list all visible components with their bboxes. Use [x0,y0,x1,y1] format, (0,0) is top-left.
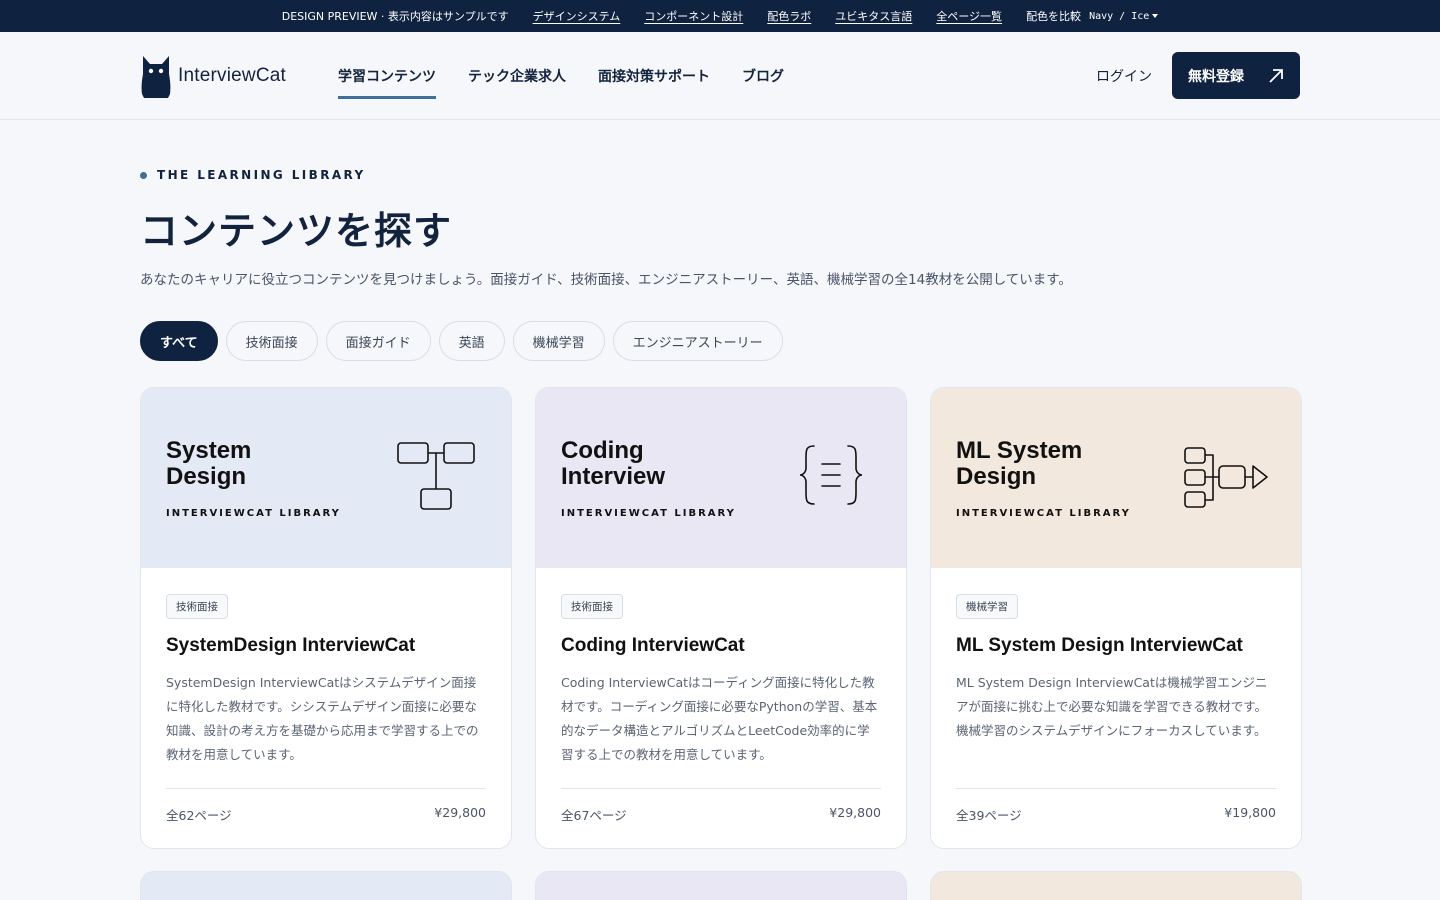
filter-english[interactable]: 英語 [438,321,505,361]
page-count: 全39ページ [956,808,1022,823]
topbar-link-color-lab[interactable]: 配色ラボ [767,8,811,24]
card-footer: 全62ページ ¥29,800 [166,788,486,824]
filter-tech-interview[interactable]: 技術面接 [225,321,318,361]
page-count: 全67ページ [561,808,627,823]
cover-subtitle: INTERVIEWCAT LIBRARY [561,508,736,519]
cover-title: Coding Interview [561,437,666,490]
card-description: Coding InterviewCatはコーディング面接に特化した教材です。コー… [561,675,878,762]
chevron-down-icon [1152,13,1159,18]
cover-title: ML System Design [956,437,1083,490]
logo[interactable]: InterviewCat [140,54,286,98]
price: ¥19,800 [1224,805,1276,820]
nav-interview-support[interactable]: 面接対策サポート [598,66,710,96]
eyebrow-text: THE LEARNING LIBRARY [157,168,366,182]
category-tag: 技術面接 [561,594,623,619]
category-tag: 機械学習 [956,594,1018,619]
page-title: コンテンツを探す [140,209,453,253]
signup-button[interactable]: 無料登録 [1172,52,1300,99]
topbar-link-design-system[interactable]: デザインシステム [533,8,621,24]
nav-blog[interactable]: ブログ [742,66,784,96]
card-title: SystemDesign InterviewCat [166,635,416,656]
card-cover: System Design INTERVIEWCAT LIBRARY [141,388,511,568]
content-grid: System Design INTERVIEWCAT LIBRARY 技術面接 S… [140,387,1302,849]
card-description: ML System Design InterviewCatは機械学習エンジニアが… [956,675,1268,738]
nav-learning-content[interactable]: 学習コンテンツ [338,66,436,99]
card-description: SystemDesign InterviewCatはシステムデザイン面接に特化し… [166,675,479,762]
cover-subtitle: INTERVIEWCAT LIBRARY [166,508,341,519]
cover-title: System Design [166,437,252,490]
site-header: InterviewCat 学習コンテンツ テック企業求人 面接対策サポート ブロ… [0,32,1440,120]
topbar-link-ubiquitous-language[interactable]: ユビキタス言語 [835,8,912,24]
filter-all[interactable]: すべて [140,321,218,361]
card-title: Coding InterviewCat [561,635,745,656]
login-link[interactable]: ログイン [1096,66,1152,86]
next-card-row [140,871,1302,900]
card-footer: 全67ページ ¥29,800 [561,788,881,824]
card-footer: 全39ページ ¥19,800 [956,788,1276,824]
preview-notice: DESIGN PREVIEW · 表示内容はサンプルです [281,10,509,23]
card-cover: Coding Interview INTERVIEWCAT LIBRARY [536,388,906,568]
eyebrow-dot [140,171,147,179]
system-diagram-icon [397,442,475,510]
content-card[interactable]: Coding Interview INTERVIEWCAT LIBRARY 技術面… [535,387,907,849]
preview-bar: DESIGN PREVIEW · 表示内容はサンプルです デザインシステム コン… [0,0,1440,32]
category-tag: 技術面接 [166,594,228,619]
content-card[interactable] [930,871,1302,900]
content-card[interactable]: System Design INTERVIEWCAT LIBRARY 技術面接 S… [140,387,512,849]
cover-subtitle: INTERVIEWCAT LIBRARY [956,508,1131,519]
code-braces-icon [799,445,863,505]
page-description: あなたのキャリアに役立つコンテンツを見つけましょう。面接ガイド、技術面接、エンジ… [140,272,1072,288]
card-cover: ML System Design INTERVIEWCAT LIBRARY [931,388,1301,568]
topbar-link-component-design[interactable]: コンポーネント設計 [644,8,743,24]
signup-label: 無料登録 [1188,68,1244,85]
arrow-up-right-icon [1269,68,1283,83]
filter-machine-learning[interactable]: 機械学習 [512,321,605,361]
ml-pipeline-icon [1184,447,1268,508]
logo-text: InterviewCat [178,65,286,86]
topbar-link-all-pages[interactable]: 全ページ一覧 [936,8,1002,24]
price: ¥29,800 [829,805,881,820]
section-eyebrow: THE LEARNING LIBRARY [140,168,366,182]
price: ¥29,800 [434,805,486,820]
filter-engineer-story[interactable]: エンジニアストーリー [612,321,783,361]
filter-interview-guide[interactable]: 面接ガイド [325,321,431,361]
cat-logo-icon [141,56,171,98]
main-nav: 学習コンテンツ テック企業求人 面接対策サポート ブログ [338,66,784,99]
color-compare-select[interactable]: Navy / Ice [1089,11,1159,22]
card-title: ML System Design InterviewCat [956,635,1243,656]
color-compare: 配色を比較 Navy / Ice [1026,8,1159,24]
content-card[interactable]: ML System Design INTERVIEWCAT LIBRARY 機械学… [930,387,1302,849]
content-card[interactable] [140,871,512,900]
nav-tech-jobs[interactable]: テック企業求人 [468,66,566,96]
color-compare-label: 配色を比較 [1026,10,1082,23]
page-count: 全62ページ [166,808,232,823]
category-filters: すべて 技術面接 面接ガイド 英語 機械学習 エンジニアストーリー [140,321,783,361]
content-card[interactable] [535,871,907,900]
